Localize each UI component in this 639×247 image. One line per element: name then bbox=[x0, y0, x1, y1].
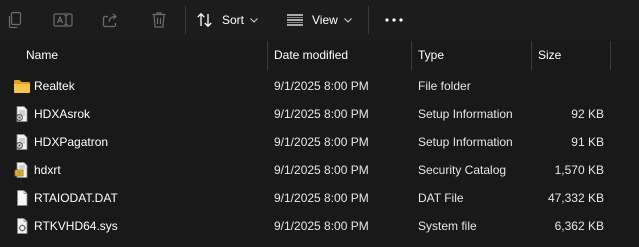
file-name: RTKVHD64.sys bbox=[34, 219, 118, 233]
toolbar-separator bbox=[368, 6, 369, 34]
sort-icon bbox=[197, 12, 212, 28]
chevron-down-icon bbox=[250, 17, 258, 23]
file-row[interactable]: HDXPagatron 9/1/2025 8:00 PM Setup Infor… bbox=[0, 128, 639, 156]
file-row[interactable]: RTKVHD64.sys 9/1/2025 8:00 PM System fil… bbox=[0, 212, 639, 240]
file-date: 9/1/2025 8:00 PM bbox=[274, 191, 369, 205]
copy-icon bbox=[8, 11, 22, 29]
more-button[interactable] bbox=[380, 4, 408, 36]
file-name: HDXPagatron bbox=[34, 135, 109, 149]
file-list: Realtek 9/1/2025 8:00 PM File folder HDX… bbox=[0, 72, 639, 240]
file-type: File folder bbox=[418, 79, 471, 93]
share-icon bbox=[102, 13, 117, 28]
file-size: 47,332 KB bbox=[547, 191, 604, 205]
delete-icon bbox=[152, 12, 166, 28]
date-column-header[interactable]: Date modified bbox=[274, 41, 410, 70]
file-date: 9/1/2025 8:00 PM bbox=[274, 79, 369, 93]
size-column-header[interactable]: Size bbox=[538, 41, 608, 70]
delete-button[interactable] bbox=[146, 4, 172, 36]
sort-button[interactable]: Sort bbox=[196, 4, 268, 36]
file-size: 92 KB bbox=[571, 107, 604, 121]
file-row[interactable]: hdxrt 9/1/2025 8:00 PM Security Catalog … bbox=[0, 156, 639, 184]
file-name: HDXAsrok bbox=[34, 107, 91, 121]
column-divider[interactable] bbox=[610, 41, 611, 70]
toolbar-separator bbox=[185, 6, 186, 34]
type-column-header[interactable]: Type bbox=[418, 41, 528, 70]
file-date: 9/1/2025 8:00 PM bbox=[274, 107, 369, 121]
copy-button[interactable] bbox=[3, 4, 27, 36]
column-divider[interactable] bbox=[411, 41, 412, 70]
chevron-down-icon bbox=[343, 17, 352, 23]
system-file-icon bbox=[17, 218, 28, 234]
security-catalog-icon bbox=[14, 162, 28, 178]
file-type: DAT File bbox=[418, 191, 464, 205]
name-column-header[interactable]: Name bbox=[26, 41, 266, 70]
file-name: hdxrt bbox=[34, 163, 61, 177]
view-label: View bbox=[312, 13, 338, 27]
file-date: 9/1/2025 8:00 PM bbox=[274, 135, 369, 149]
column-divider[interactable] bbox=[267, 41, 268, 70]
file-date: 9/1/2025 8:00 PM bbox=[274, 163, 369, 177]
file-name: Realtek bbox=[34, 79, 75, 93]
file-type: Security Catalog bbox=[418, 163, 507, 177]
column-divider[interactable] bbox=[531, 41, 532, 70]
file-size: 6,362 KB bbox=[554, 219, 604, 233]
file-size: 1,570 KB bbox=[554, 163, 604, 177]
command-bar: Sort View bbox=[0, 0, 639, 40]
file-name: RTAIODAT.DAT bbox=[34, 191, 118, 205]
file-row[interactable]: Realtek 9/1/2025 8:00 PM File folder bbox=[0, 72, 639, 100]
column-header: Name Date modified Type Size bbox=[0, 41, 639, 70]
file-icon bbox=[17, 190, 28, 206]
setup-info-icon bbox=[16, 134, 28, 150]
file-size: 91 KB bbox=[571, 135, 604, 149]
file-date: 9/1/2025 8:00 PM bbox=[274, 219, 369, 233]
view-button[interactable]: View bbox=[286, 4, 358, 36]
view-icon bbox=[287, 14, 303, 26]
rename-button[interactable] bbox=[50, 4, 76, 36]
setup-info-icon bbox=[16, 106, 28, 122]
file-row[interactable]: HDXAsrok 9/1/2025 8:00 PM Setup Informat… bbox=[0, 100, 639, 128]
folder-icon bbox=[14, 80, 30, 93]
file-type: System file bbox=[418, 219, 477, 233]
file-row[interactable]: RTAIODAT.DAT 9/1/2025 8:00 PM DAT File 4… bbox=[0, 184, 639, 212]
more-icon bbox=[385, 18, 403, 22]
sort-label: Sort bbox=[222, 13, 245, 27]
file-type: Setup Information bbox=[418, 135, 513, 149]
share-button[interactable] bbox=[98, 4, 124, 36]
file-type: Setup Information bbox=[418, 107, 513, 121]
rename-icon bbox=[53, 13, 73, 27]
